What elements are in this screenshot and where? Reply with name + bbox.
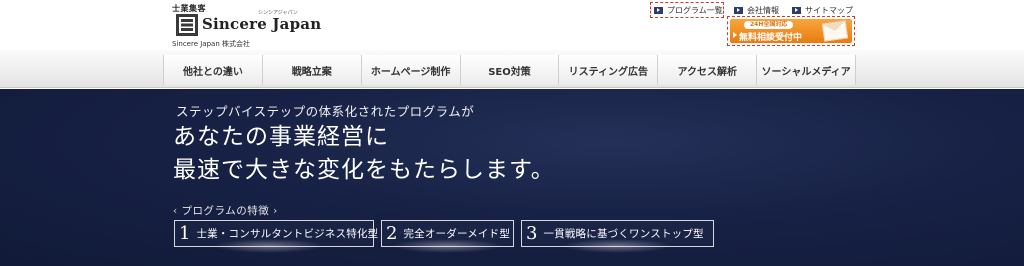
nav-menu: 他社との違い 戦略立案 ホームページ制作 SEO対策 リスティング広告 アクセス…	[163, 55, 857, 85]
hero-lead-text: ステップバイステップの体系化されたプログラムが	[176, 104, 475, 119]
global-nav: 他社との違い 戦略立案 ホームページ制作 SEO対策 リスティング広告 アクセス…	[0, 50, 1024, 88]
hero-banner: ステップバイステップの体系化されたプログラムが あなたの事業経営に 最速で大きな…	[0, 89, 1024, 266]
arrow-bullet-icon	[734, 6, 743, 14]
cta-arrow-icon	[733, 32, 737, 38]
hero-headline: あなたの事業経営に 最速で大きな変化をもたらします。	[173, 121, 555, 187]
feature-text: 一貫戦略に基づくワンストップ型	[543, 228, 704, 240]
envelope-icon	[821, 20, 849, 42]
nav-item-website[interactable]: ホームページ制作	[360, 55, 460, 85]
nav-item-seo[interactable]: SEO対策	[459, 55, 559, 85]
cta-button[interactable]: 24H全国対応 無料相談受付中	[730, 19, 852, 43]
program-list-link[interactable]: プログラム一覧	[650, 2, 724, 18]
feature-number: 3	[526, 223, 538, 244]
company-name: Sincere Japan 株式会社	[172, 40, 250, 48]
program-list-label: プログラム一覧	[667, 5, 723, 15]
arrow-bullet-icon	[654, 6, 663, 14]
site-header: 士業集客 シンシアジャパン Sincere Japan Sincere Japa…	[0, 0, 1024, 50]
feature-box-2[interactable]: 2 完全オーダーメイド型	[381, 220, 514, 247]
headline-line-1: あなたの事業経営に	[173, 124, 389, 150]
company-info-label: 会社情報	[747, 5, 779, 15]
feature-number: 1	[179, 223, 191, 244]
feature-text: 士業・コンサルタントビジネス特化型	[196, 228, 379, 240]
feature-text: 完全オーダーメイド型	[403, 228, 511, 240]
nav-item-analytics[interactable]: アクセス解析	[657, 55, 757, 85]
feature-box-3[interactable]: 3 一貫戦略に基づくワンストップ型	[521, 220, 714, 247]
cta-badge: 24H全国対応	[744, 21, 794, 29]
site-logo[interactable]: 士業集客 シンシアジャパン Sincere Japan Sincere Japa…	[172, 3, 322, 49]
features-label: ‹ プログラムの特徴 ›	[173, 205, 278, 217]
feature-box-1[interactable]: 1 士業・コンサルタントビジネス特化型	[174, 220, 378, 247]
nav-item-social-media[interactable]: ソーシャルメディア	[756, 55, 857, 85]
cta-label: 無料相談受付中	[739, 33, 803, 43]
logo-mark-icon	[176, 14, 198, 36]
nav-item-strategy[interactable]: 戦略立案	[261, 55, 361, 85]
logo-tagline: 士業集客	[172, 4, 206, 13]
free-consultation-banner[interactable]: 24H全国対応 無料相談受付中	[727, 16, 855, 46]
nav-item-differences[interactable]: 他社との違い	[163, 55, 262, 85]
logo-name: Sincere Japan	[202, 15, 322, 33]
feature-number: 2	[386, 223, 398, 244]
headline-line-2: 最速で大きな変化をもたらします。	[173, 157, 555, 183]
nav-item-listing-ads[interactable]: リスティング広告	[558, 55, 658, 85]
arrow-bullet-icon	[792, 6, 801, 14]
sitemap-label: サイトマップ	[805, 5, 853, 15]
